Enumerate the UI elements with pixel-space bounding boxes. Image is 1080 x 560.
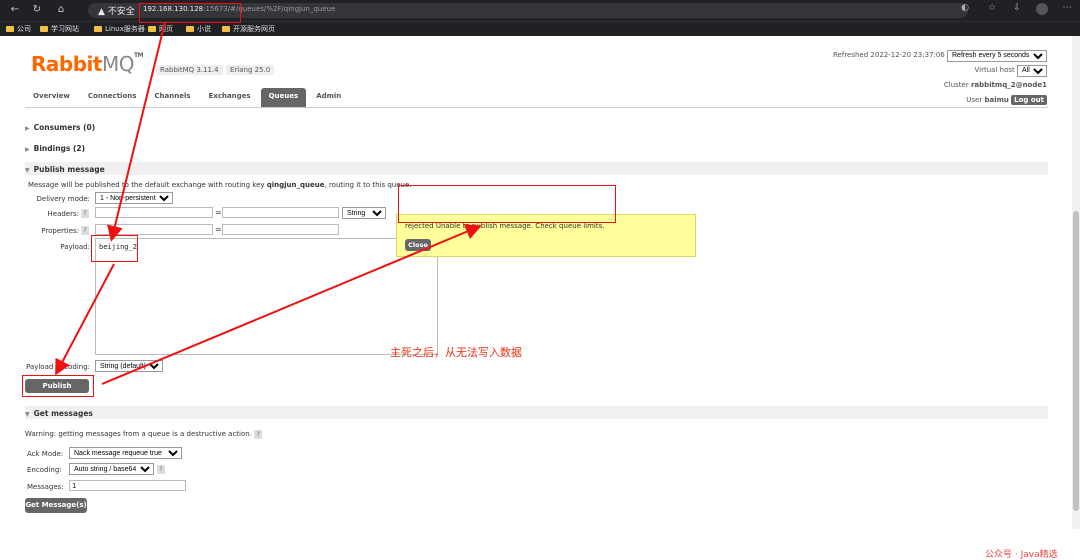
- arrow-payload-to-publish: [55, 263, 115, 376]
- annotation-arrows: [55, 21, 482, 385]
- arrow-publish-to-error: [101, 224, 482, 385]
- watermark-text: 公众号 · Java精选: [985, 550, 1058, 560]
- arrow-url-to-payload: [107, 21, 166, 242]
